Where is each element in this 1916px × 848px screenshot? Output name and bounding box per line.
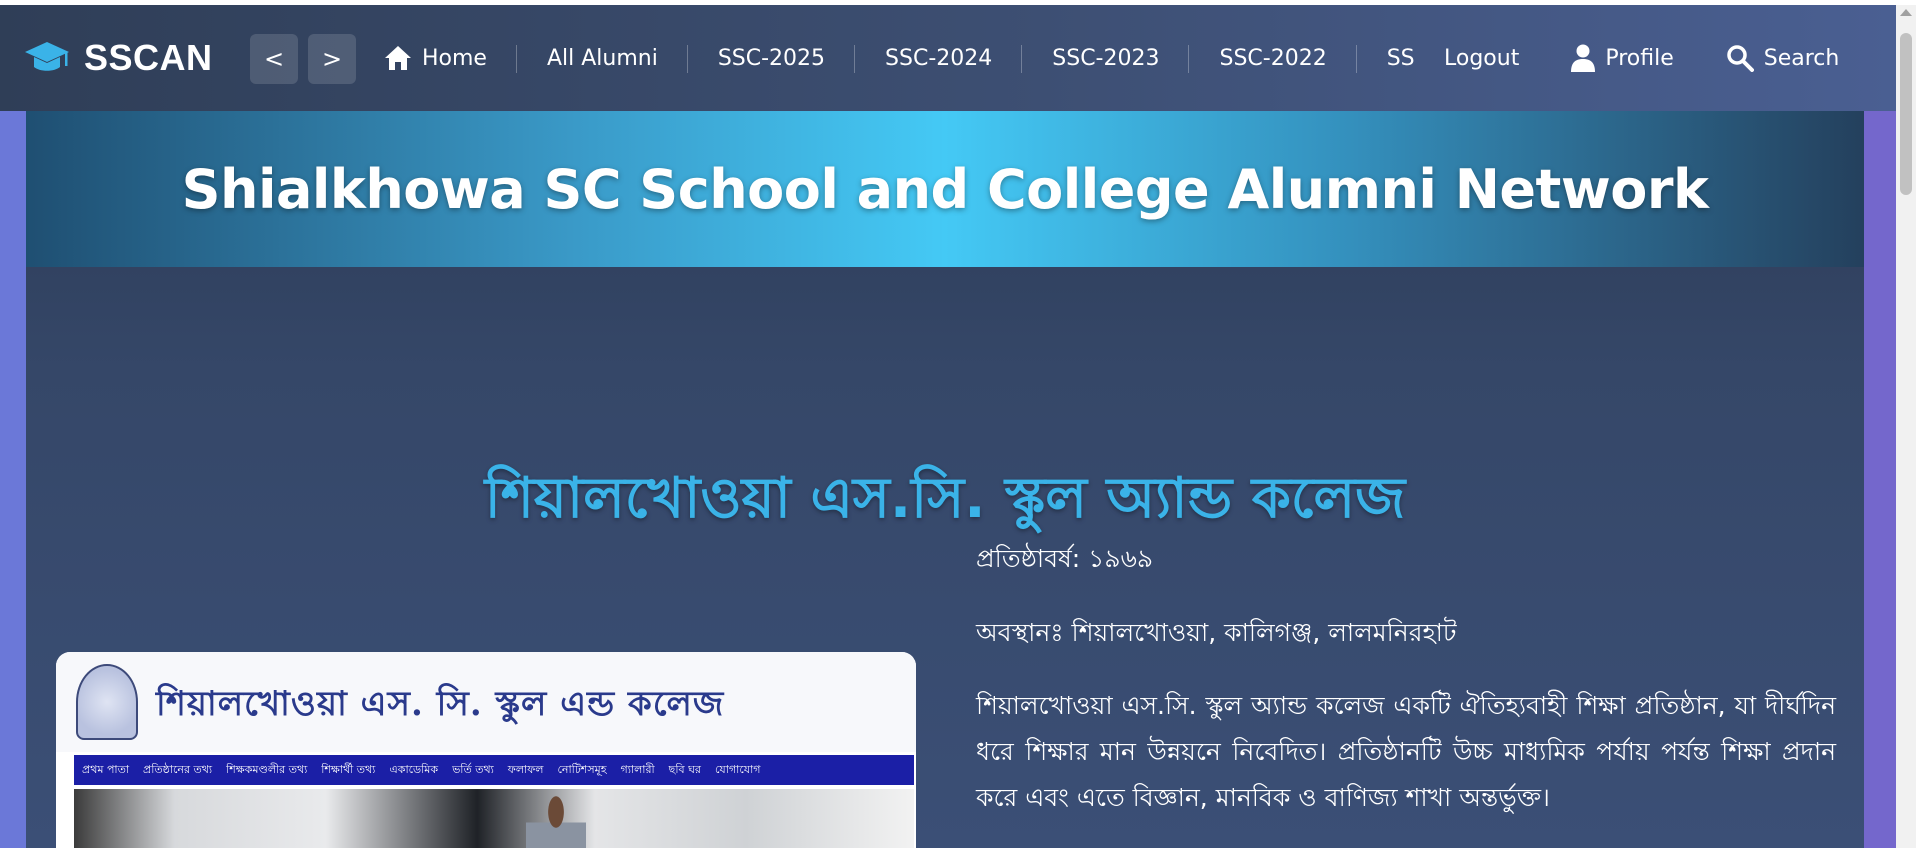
- school-building-photo: [74, 789, 914, 848]
- nav-item-label: Home: [422, 45, 487, 71]
- vertical-scrollbar[interactable]: [1896, 5, 1916, 848]
- home-icon: [385, 46, 411, 70]
- school-title: শিয়ালখোওয়া এস.সি. স্কুল অ্যান্ড কলেজ: [484, 466, 1406, 532]
- hero-banner: Shialkhowa SC School and College Alumni …: [26, 111, 1864, 267]
- website-nav-item: শিক্ষকমণ্ডলীর তথ্য: [226, 762, 308, 776]
- hero-title: Shialkhowa SC School and College Alumni …: [181, 157, 1709, 221]
- school-info: প্রতিষ্ঠাবর্ষ: ১৯৬৯ অবস্থানঃ শিয়ালখোওয়…: [976, 541, 1836, 848]
- website-nav-item: ছবি ঘর: [668, 762, 701, 776]
- website-header: শিয়ালখোওয়া এস. সি. স্কুল এন্ড কলেজ: [56, 652, 916, 752]
- website-nav-item: একাডেমিক: [389, 762, 439, 776]
- forward-button[interactable]: >: [308, 34, 356, 84]
- page-side-left: [0, 111, 26, 848]
- school-description: শিয়ালখোওয়া এস.সি. স্কুল অ্যান্ড কলেজ এ…: [976, 691, 1836, 812]
- profile-link[interactable]: Profile: [1545, 43, 1699, 73]
- logout-link[interactable]: Logout: [1444, 43, 1545, 73]
- history-arrows: < >: [250, 34, 356, 84]
- search-link[interactable]: Search: [1700, 43, 1866, 73]
- nav-links: Home All Alumni SSC-2025 SSC-2024 SSC-20…: [384, 5, 1414, 111]
- school-website-screenshot: শিয়ালখোওয়া এস. সি. স্কুল এন্ড কলেজ প্র…: [56, 652, 916, 848]
- main-content: Shialkhowa SC School and College Alumni …: [26, 111, 1864, 848]
- nav-item-ssc-truncated[interactable]: SSC-: [1357, 43, 1414, 73]
- school-location: অবস্থানঃ শিয়ালখোওয়া, কালিগঞ্জ, লালমনির…: [976, 618, 1457, 647]
- person-photo: [526, 792, 586, 848]
- website-nav-item: ফলাফল: [507, 762, 544, 776]
- scroll-thumb[interactable]: [1900, 33, 1912, 195]
- nav-item-ssc-2024[interactable]: SSC-2024: [855, 43, 1023, 73]
- nav-account: Logout Profile Search: [1444, 5, 1865, 111]
- website-title: শিয়ালখোওয়া এস. সি. স্কুল এন্ড কলেজ: [156, 684, 725, 724]
- user-icon: [1571, 44, 1596, 72]
- scroll-up-icon[interactable]: [1900, 9, 1912, 16]
- nav-item-home[interactable]: Home: [384, 43, 517, 73]
- website-nav-item: গ্যালারী: [620, 762, 655, 776]
- established-year: প্রতিষ্ঠাবর্ষ: ১৯৬৯: [976, 544, 1154, 573]
- back-button[interactable]: <: [250, 34, 298, 84]
- website-nav-item: যোগাযোগ: [714, 762, 761, 776]
- school-seal-icon: [76, 664, 138, 740]
- top-navbar: SSCAN < > Home All Alumni SSC-2025 SSC-2…: [0, 5, 1896, 111]
- nav-item-ssc-2022[interactable]: SSC-2022: [1189, 43, 1357, 73]
- website-nav: প্রথম পাতা প্রতিষ্ঠানের তথ্য শিক্ষকমণ্ডল…: [74, 755, 914, 785]
- website-nav-item: প্রতিষ্ঠানের তথ্য: [143, 762, 213, 776]
- nav-item-ssc-2023[interactable]: SSC-2023: [1022, 43, 1190, 73]
- website-nav-item: ভর্তি তথ্য: [452, 762, 494, 776]
- website-nav-item: নোটিশসমূহ: [557, 762, 607, 776]
- nav-item-all-alumni[interactable]: All Alumni: [517, 43, 688, 73]
- website-nav-item: প্রথম পাতা: [82, 762, 130, 776]
- brand-name: SSCAN: [84, 37, 213, 78]
- nav-item-ssc-2025[interactable]: SSC-2025: [688, 43, 856, 73]
- brand-logo[interactable]: SSCAN: [24, 5, 213, 111]
- page-side-right: [1864, 111, 1896, 848]
- search-label: Search: [1763, 45, 1840, 71]
- graduation-cap-icon: [25, 42, 69, 71]
- search-icon: [1726, 45, 1754, 72]
- website-nav-item: শিক্ষার্থী তথ্য: [321, 762, 376, 776]
- profile-label: Profile: [1605, 45, 1674, 71]
